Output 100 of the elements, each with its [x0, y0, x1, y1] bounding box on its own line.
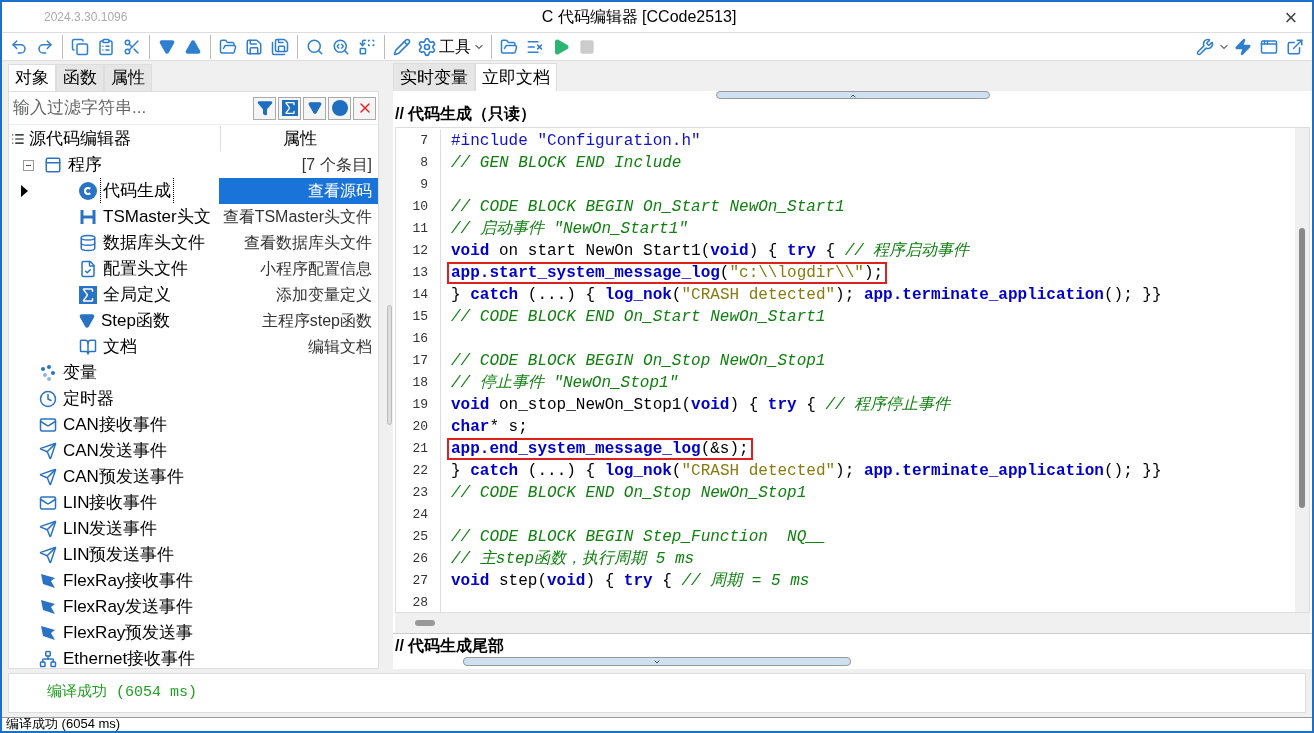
code-line: // CODE BLOCK BEGIN On_Stop NewOn_Stop1 — [450, 351, 827, 372]
mail-icon — [39, 494, 57, 512]
database-icon — [79, 234, 97, 252]
line-number: 25 — [411, 528, 429, 547]
line-number: 22 — [411, 462, 429, 481]
line-number: 8 — [419, 154, 429, 173]
sigma-icon — [79, 286, 97, 304]
collapse-toggle[interactable] — [23, 159, 34, 171]
flag-icon — [39, 572, 57, 590]
tree-item[interactable]: TSMaster头文 — [101, 204, 213, 230]
tree-item[interactable]: 变量 — [61, 360, 99, 386]
code-line: char* s; — [450, 417, 529, 438]
tree-item[interactable]: LIN预发送事件 — [61, 542, 177, 568]
property-value: 主程序step函数 — [260, 311, 373, 331]
line-number: 10 — [411, 198, 429, 217]
tree-item[interactable]: 文档 — [101, 334, 139, 360]
tree-item[interactable]: FlexRay预发送事 — [61, 620, 196, 646]
expand-bar[interactable] — [463, 657, 851, 666]
scrollbar-thumb[interactable] — [415, 620, 435, 626]
collapse-bar[interactable] — [715, 91, 990, 99]
line-number: 20 — [411, 418, 429, 437]
line-number: 21 — [411, 440, 429, 459]
code-line: // 停止事件 "NewOn_Stop1" — [450, 372, 680, 394]
document-check-icon — [79, 260, 97, 278]
clock-icon — [39, 390, 57, 408]
tree-item[interactable]: LIN发送事件 — [61, 516, 160, 542]
scrollbar-thumb[interactable] — [1299, 228, 1305, 508]
filter-tool-button[interactable] — [353, 96, 376, 120]
down-triangle-icon — [79, 313, 95, 329]
tree-item[interactable]: Step函数 — [99, 308, 172, 334]
code-line: // CODE BLOCK END On_Start NewOn_Start1 — [450, 307, 827, 328]
property-value: 查看TSMaster头文件 — [221, 207, 373, 227]
code-line: // 启动事件 "NewOn_Start1" — [450, 219, 689, 240]
tab[interactable]: 实时变量 — [393, 63, 475, 91]
tree-item[interactable]: FlexRay发送事件 — [61, 594, 196, 620]
line-number: 9 — [419, 176, 429, 195]
tree-item[interactable]: CAN接收事件 — [61, 412, 169, 438]
tree-item[interactable]: LIN接收事件 — [61, 490, 160, 516]
version-label: 2024.3.30.1096 — [44, 9, 128, 26]
splitter-handle[interactable] — [386, 305, 392, 425]
tab[interactable]: 立即文档 — [475, 63, 557, 91]
down-triangle-icon — [307, 101, 322, 115]
filter-field[interactable]: 输入过滤字符串... — [11, 95, 251, 121]
code-line: } catch (...) { log_nok("CRASH detected"); app.terminate_application(); }} — [450, 461, 1163, 482]
line-number: 17 — [411, 352, 429, 371]
line-number: 19 — [411, 396, 429, 415]
tree-item[interactable]: 定时器 — [61, 386, 116, 412]
tab[interactable]: 函数 — [56, 64, 104, 91]
column-header[interactable]: 属性 — [221, 125, 378, 152]
tree-item[interactable]: 全局定义 — [101, 282, 173, 308]
tree-item[interactable]: 配置头文件 — [101, 256, 190, 282]
property-value: 小程序配置信息 — [259, 259, 373, 279]
code-line: // 主step函数，执行周期 5 ms — [450, 548, 696, 570]
filter-tool-button[interactable] — [253, 96, 276, 120]
column-header[interactable]: 源代码编辑器 — [25, 125, 221, 152]
code-line: } catch (...) { log_nok("CRASH detected"); app.terminate_application(); }} — [450, 285, 1163, 306]
current-row-icon — [21, 185, 28, 197]
line-number: 28 — [411, 594, 429, 613]
paper-plane-icon — [39, 520, 57, 538]
line-number: 26 — [411, 550, 429, 569]
line-number: 27 — [411, 572, 429, 591]
property-value: 添加变量定义 — [275, 285, 373, 305]
filter-tool-button[interactable] — [278, 96, 301, 120]
tree-item[interactable]: CAN预发送事件 — [61, 464, 186, 490]
line-number: 12 — [411, 242, 429, 261]
tree-item[interactable]: 代码生成 — [101, 178, 173, 204]
status-text: 编译成功 (6054 ms) — [5, 718, 122, 730]
book-icon — [79, 338, 97, 356]
tree-item[interactable]: 程序 — [66, 152, 104, 178]
tree-item[interactable]: Ethernet接收事件 — [61, 646, 198, 668]
code-line: // CODE BLOCK BEGIN Step_Function NQ__ — [450, 527, 827, 548]
list-icon — [11, 131, 25, 146]
tab[interactable]: 属性 — [104, 64, 152, 91]
filter-tool-button[interactable] — [303, 96, 326, 120]
flag-icon — [39, 598, 57, 616]
code-line: #include "Configuration.h" — [450, 131, 702, 152]
property-value: 编辑文档 — [307, 337, 373, 357]
settings-icon — [417, 36, 437, 57]
paper-plane-icon — [39, 442, 57, 460]
code-line: void on start NewOn Start1(void) { try { // 程序启动事件 — [450, 240, 971, 262]
property-value: 查看源码 — [219, 178, 378, 204]
tab[interactable]: 对象 — [8, 64, 56, 91]
tree-item[interactable]: FlexRay接收事件 — [61, 568, 196, 594]
line-number: 14 — [411, 286, 429, 305]
code-line: // GEN BLOCK END Include — [450, 153, 683, 174]
line-number: 7 — [419, 132, 429, 151]
close-button[interactable]: × — [1276, 2, 1306, 34]
network-port-icon — [39, 650, 57, 668]
line-number: 18 — [411, 374, 429, 393]
filter-tool-button[interactable] — [328, 96, 351, 120]
dots-icon — [39, 364, 57, 382]
line-number: 11 — [411, 220, 429, 239]
line-number: 13 — [411, 264, 429, 283]
tools-menu[interactable]: 工具 — [415, 34, 487, 59]
tree-item[interactable]: 数据库头文件 — [101, 230, 207, 256]
code-line: void on_stop_NewOn_Stop1(void) { try { // 程序停止事件 — [450, 394, 952, 416]
property-value: 查看数据库头文件 — [243, 233, 373, 253]
code-line: // CODE BLOCK BEGIN On_Start NewOn_Start1 — [450, 197, 846, 218]
window-title: C 代码编辑器 [CCode2513] — [541, 7, 737, 27]
tree-item[interactable]: CAN发送事件 — [61, 438, 169, 464]
